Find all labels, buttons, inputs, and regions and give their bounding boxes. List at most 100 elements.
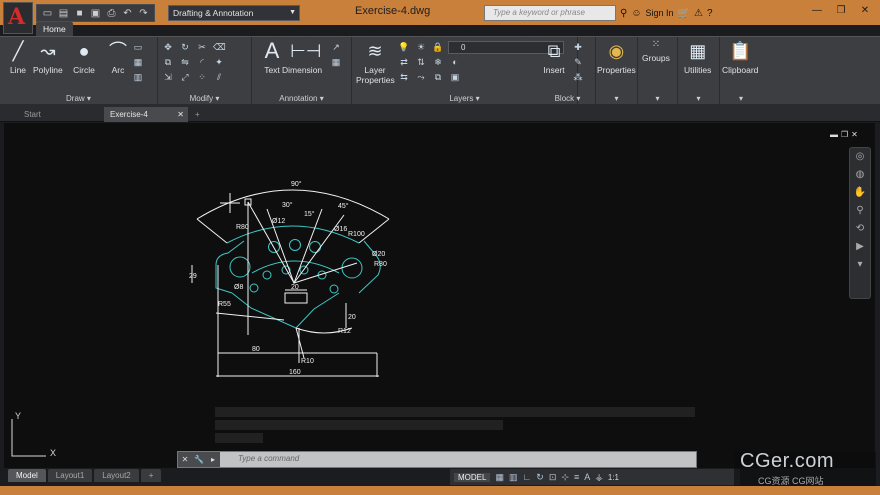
minimize-icon[interactable]: — (806, 3, 828, 19)
minimize-viewport-icon[interactable]: ▬ (830, 130, 838, 139)
model-space-toggle[interactable]: MODEL (454, 472, 491, 482)
view-cube-icon[interactable]: ◍ (850, 166, 870, 184)
explode-icon[interactable]: ✦ (213, 56, 225, 68)
gradient-icon[interactable]: ▥ (132, 71, 144, 83)
zoom-icon[interactable]: ⚲ (850, 202, 870, 220)
polar-icon[interactable]: ↻ (536, 472, 544, 483)
search-icon[interactable]: ⚲ (620, 8, 627, 19)
hatch-icon[interactable]: ▦ (132, 56, 144, 68)
osnap-tracking-icon[interactable]: ⊹ (561, 472, 569, 483)
lock-icon[interactable]: 🔒 (432, 41, 444, 53)
grid-icon[interactable]: ▦ (495, 472, 504, 483)
leader-icon[interactable]: ↗ (330, 41, 342, 53)
rotate-icon[interactable]: ↻ (179, 41, 191, 53)
layer-properties-button[interactable]: ≋ Layer Properties (356, 39, 395, 85)
plot-icon[interactable]: ⎙ (105, 7, 118, 20)
undo-icon[interactable]: ↶ (121, 7, 134, 20)
ortho-icon[interactable]: ∟ (522, 472, 531, 482)
tab-annotate[interactable]: Annotate (108, 22, 156, 36)
annotation-panel-label[interactable]: Annotation ▾ (252, 94, 351, 103)
tab-featured-apps[interactable]: Featured Apps (471, 22, 540, 36)
block-panel-label[interactable]: Block ▾ (540, 94, 595, 103)
fillet-icon[interactable]: ◜ (196, 56, 208, 68)
array-icon[interactable]: ⁘ (196, 71, 208, 83)
sun-icon[interactable]: ☀ (415, 41, 427, 53)
annotation-visibility-icon[interactable]: A (584, 472, 590, 482)
edit-block-icon[interactable]: ✎ (572, 56, 584, 68)
close-tab-icon[interactable]: ✕ (177, 107, 184, 122)
layer-match-icon[interactable]: ⇄ (398, 56, 410, 68)
object-snap-icon[interactable]: ⊡ (549, 472, 557, 483)
pan-icon[interactable]: ✋ (850, 184, 870, 202)
tab-a360[interactable]: A360 (370, 22, 404, 36)
tab-manage[interactable]: Manage (243, 22, 288, 36)
layout-tab-layout2[interactable]: Layout2 (94, 469, 139, 482)
help-icon[interactable]: ? (707, 8, 713, 19)
maximize-icon[interactable]: ❐ (830, 3, 852, 19)
close-icon[interactable]: ✕ (854, 3, 876, 19)
rectangle-icon[interactable]: ▭ (132, 41, 144, 53)
annotation-scale-icon[interactable]: ⚶ (595, 472, 603, 483)
lineweight-icon[interactable]: ≡ (574, 472, 579, 482)
draw-panel-label[interactable]: Draw ▾ (0, 94, 157, 103)
save-icon[interactable]: ■ (73, 7, 86, 20)
showmotion-icon[interactable]: ▶ (850, 238, 870, 256)
clipboard-dropdown-icon[interactable]: ▾ (720, 94, 762, 103)
create-block-icon[interactable]: ✚ (572, 41, 584, 53)
orbit-icon[interactable]: ⟲ (850, 220, 870, 238)
file-tab-exercise-4[interactable]: Exercise-4 ✕ (104, 107, 188, 122)
sign-in-link[interactable]: Sign In (646, 8, 674, 18)
layer-on-icon[interactable]: 💡 (398, 41, 410, 53)
arc-button[interactable]: ⌒ Arc (106, 39, 130, 75)
stretch-icon[interactable]: ⇲ (162, 71, 174, 83)
command-line[interactable]: ✕ 🔧 ▸ Type a command (177, 451, 697, 468)
line-button[interactable]: ╱ Line (6, 39, 30, 75)
tab-output[interactable]: Output (288, 22, 328, 36)
save-as-icon[interactable]: ▣ (89, 7, 102, 20)
layer-copy-icon[interactable]: ⧉ (432, 71, 444, 83)
snap-icon[interactable]: ▥ (509, 472, 518, 483)
text-button[interactable]: A Text (260, 39, 284, 76)
polyline-button[interactable]: ↝ Polyline (33, 39, 63, 75)
mirror-icon[interactable]: ⇋ (179, 56, 191, 68)
application-menu-button[interactable]: A (3, 2, 33, 34)
tab-add-ins[interactable]: Add-ins (328, 22, 371, 36)
layout-tab-model[interactable]: Model (8, 469, 46, 482)
redo-icon[interactable]: ↷ (137, 7, 150, 20)
steering-wheel-icon[interactable]: ◎ (850, 148, 870, 166)
dimension-button[interactable]: ⊢⊣ Dimension (282, 39, 322, 75)
open-icon[interactable]: ▤ (57, 7, 70, 20)
tab-express-tools[interactable]: Express Tools (404, 22, 471, 36)
layer-off-icon[interactable]: ◐ (449, 56, 461, 68)
tab-view[interactable]: View (211, 22, 243, 36)
cart-icon[interactable]: 🛒 (678, 8, 690, 19)
clipboard-button[interactable]: 📋 Clipboard (722, 39, 758, 75)
file-tab-start[interactable]: Start (18, 107, 102, 122)
new-tab-icon[interactable]: + (192, 107, 206, 122)
command-input[interactable]: Type a command (238, 454, 299, 463)
groups-button[interactable]: ⁙ Groups (642, 39, 670, 63)
new-layout-icon[interactable]: + (140, 469, 162, 482)
insert-block-button[interactable]: ⧉ Insert (542, 39, 566, 75)
restore-viewport-icon[interactable]: ❐ (841, 130, 848, 139)
close-command-icon[interactable]: ✕ (178, 452, 192, 467)
recent-commands-icon[interactable]: ▸ (206, 452, 220, 467)
copy-icon[interactable]: ⧉ (162, 56, 174, 68)
trim-icon[interactable]: ✂ (196, 41, 208, 53)
tab-insert[interactable]: Insert (73, 22, 108, 36)
scale-dropdown[interactable]: 1:1 (608, 473, 619, 482)
groups-dropdown-icon[interactable]: ▾ (638, 94, 677, 103)
workspace-dropdown[interactable]: Drafting & Annotation ▼ (168, 5, 300, 21)
tab-parametric[interactable]: Parametric (156, 22, 211, 36)
layer-walk-icon[interactable]: ⇆ (398, 71, 410, 83)
move-icon[interactable]: ✥ (162, 41, 174, 53)
tab-home[interactable]: Home (36, 22, 73, 36)
close-viewport-icon[interactable]: ✕ (851, 130, 858, 139)
layer-state-icon[interactable]: ▣ (449, 71, 461, 83)
layout-tab-layout1[interactable]: Layout1 (47, 469, 93, 482)
layer-merge-icon[interactable]: ⤳ (415, 71, 427, 83)
layer-iso-icon[interactable]: ⇅ (415, 56, 427, 68)
utilities-button[interactable]: ▦ Utilities (684, 39, 711, 75)
navbar-options-icon[interactable]: ▾ (850, 256, 870, 274)
properties-dropdown-icon[interactable]: ▾ (596, 94, 637, 103)
